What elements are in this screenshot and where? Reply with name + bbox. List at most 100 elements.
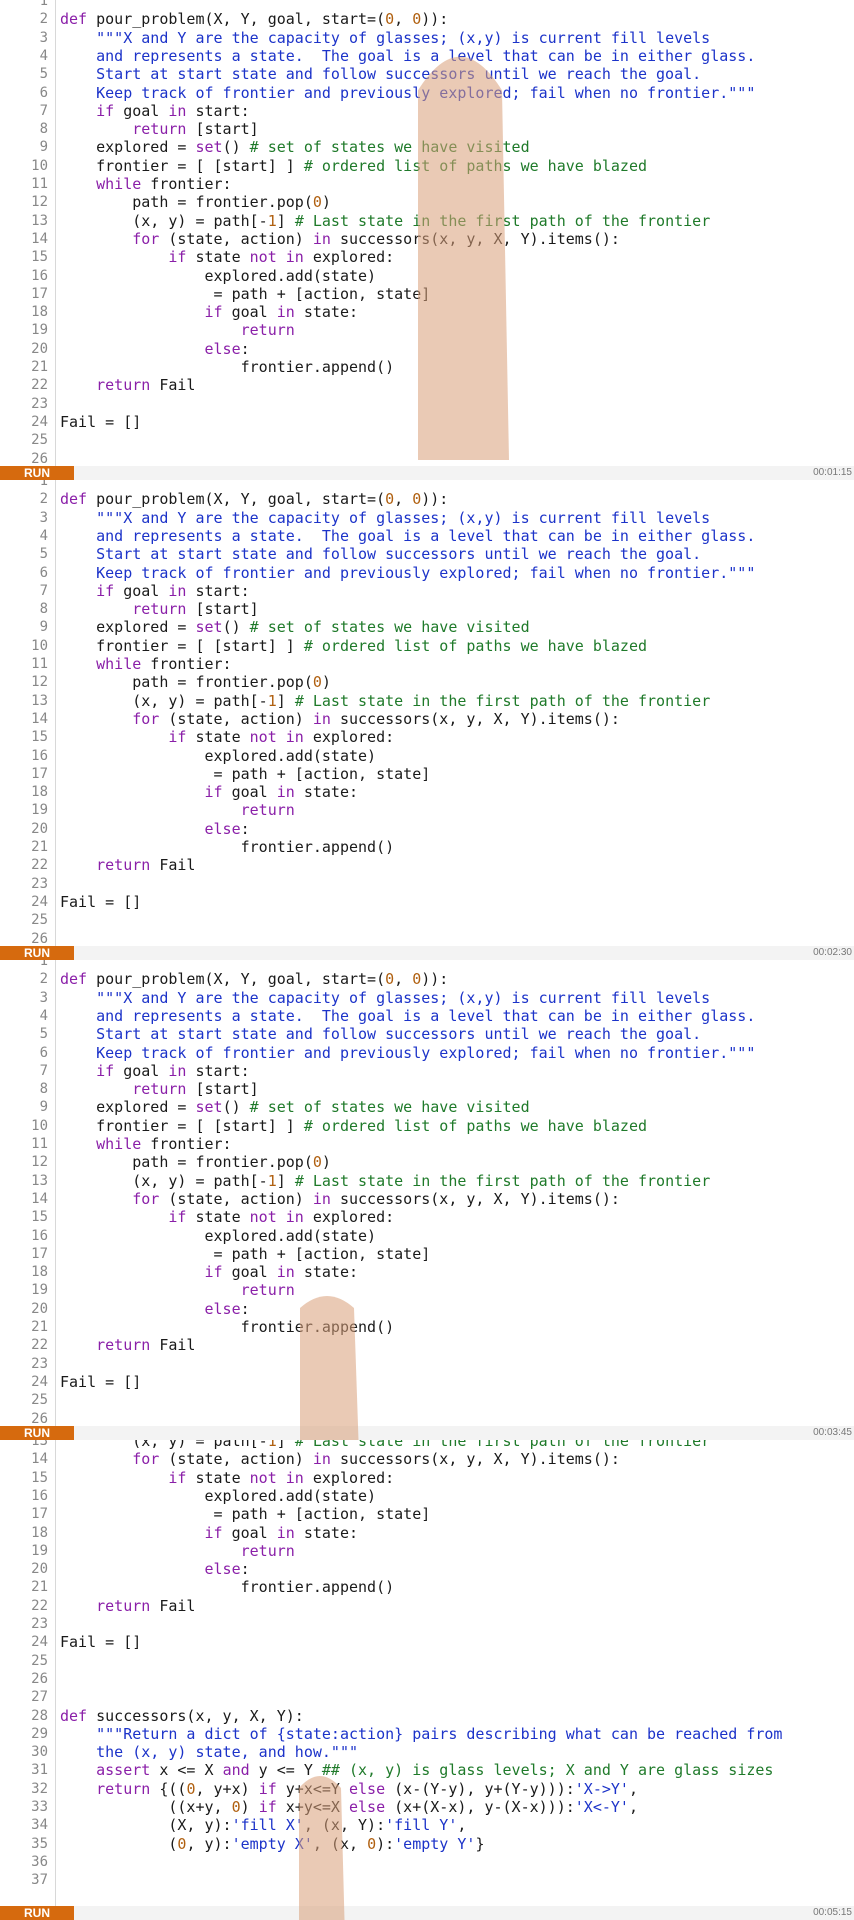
line-number: 32 [31, 1780, 48, 1797]
code-text: assert x <= X and y <= Y ## (x, y) is gl… [96, 1761, 774, 1780]
line-number: 13 [31, 1172, 48, 1189]
code-text: frontier = [ [start] ] # ordered list of… [60, 1116, 648, 1135]
code-text: (x, y) = path[-1] # Last state in the fi… [60, 211, 711, 230]
line-number: 1 [39, 480, 48, 489]
line-number: 16 [31, 267, 48, 284]
timestamp-label: 00:03:45 [813, 1427, 852, 1438]
gutter-divider [55, 960, 56, 1440]
line-number: 2 [39, 971, 48, 988]
code-text: Keep track of frontier and previously ex… [60, 83, 756, 102]
line-number: 24 [31, 893, 48, 910]
run-button[interactable]: RUN [0, 1426, 74, 1440]
code-text: = path + [action, state] [60, 1244, 431, 1263]
line-number: 7 [39, 102, 48, 119]
code-text: return [start] [132, 1080, 259, 1099]
code-text: explored.add(state) [60, 1486, 377, 1505]
line-number: 26 [31, 1670, 48, 1687]
line-number: 10 [31, 157, 48, 174]
timestamp-label: 00:01:15 [813, 467, 852, 478]
video-frame: 1 2 def pour_problem(X, Y, goal, start=(0,… [0, 960, 854, 1440]
code-text: """X and Y are the capacity of glasses; … [96, 988, 711, 1007]
timestamp-label: 00:02:30 [813, 947, 852, 958]
line-number: 30 [31, 1744, 48, 1761]
line-number: 18 [31, 1524, 48, 1541]
line-number: 8 [39, 121, 48, 138]
code-text: return [240, 1281, 295, 1300]
line-number: 7 [39, 582, 48, 599]
line-number: 34 [31, 1817, 48, 1834]
code-text: frontier = [ [start] ] # ordered list of… [60, 636, 648, 655]
run-button[interactable]: RUN [0, 1906, 74, 1920]
line-number: 19 [31, 322, 48, 339]
code-text: explored = set() # set of states we have… [60, 1098, 530, 1117]
line-number: 16 [31, 747, 48, 764]
line-number: 8 [39, 601, 48, 618]
line-number: 25 [31, 1652, 48, 1669]
presenter-finger [300, 1296, 359, 1440]
line-number: 23 [31, 395, 48, 412]
code-text: Fail = [] [60, 412, 142, 431]
code-text: for (state, action) in successors(x, y, … [132, 1450, 620, 1469]
code-text: frontier.append() [60, 1318, 395, 1336]
line-number: 25 [31, 1392, 48, 1409]
line-number: 18 [31, 784, 48, 801]
line-number: 29 [31, 1725, 48, 1742]
line-number: 20 [31, 820, 48, 837]
line-number: 15 [31, 729, 48, 746]
code-text: return [240, 1541, 295, 1560]
line-number: 19 [31, 802, 48, 819]
line-number: 16 [31, 1227, 48, 1244]
line-number: 17 [31, 285, 48, 302]
line-number: 9 [39, 1099, 48, 1116]
line-number: 3 [39, 509, 48, 526]
line-number: 26 [31, 1410, 48, 1427]
line-number: 11 [31, 1136, 48, 1152]
run-button[interactable]: RUN [0, 466, 74, 480]
line-number: 4 [39, 1007, 48, 1024]
line-number: 17 [31, 765, 48, 782]
code-text: Fail = [] [60, 892, 142, 911]
line-number: 7 [39, 1062, 48, 1079]
code-text: return Fail [96, 376, 196, 395]
gutter-divider [55, 1440, 56, 1920]
line-number: 28 [31, 1707, 48, 1724]
code-text: return [start] [132, 600, 259, 619]
code-text: if goal in state: [204, 783, 359, 802]
code-text: else: [204, 1299, 250, 1318]
line-number: 20 [31, 1300, 48, 1317]
code-text: else: [204, 339, 250, 358]
line-number: 24 [31, 1373, 48, 1390]
code-text: and represents a state. The goal is a le… [60, 526, 756, 545]
line-number: 21 [31, 839, 48, 855]
code-text: (0, y):'empty X', (x, 0):'empty Y'} [60, 1834, 485, 1853]
line-number: 12 [31, 1154, 48, 1171]
video-contact-sheet: 1 2 def pour_problem(X, Y, goal, start=(0,… [0, 0, 854, 1920]
code-text: return Fail [96, 856, 196, 875]
code-text: while frontier: [96, 175, 232, 193]
code-text: else: [204, 1560, 250, 1579]
code-text: return [start] [132, 120, 259, 139]
line-number: 5 [39, 1026, 48, 1043]
code-text: return {((0, y+x) if y+x<=Y else (x-(Y-y… [96, 1779, 638, 1798]
code-text: if goal in state: [204, 1263, 359, 1282]
line-number: 1 [39, 0, 48, 9]
line-number: 37 [31, 1872, 48, 1889]
line-number: 33 [31, 1799, 48, 1815]
code-text: ((x+y, 0) if x+y<=X else (x+(X-x), y-(X-… [60, 1798, 638, 1816]
code-text: (X, y):'fill X', (x, Y):'fill Y', [60, 1816, 467, 1835]
code-text: path = frontier.pop(0) [60, 673, 331, 692]
gutter-divider [55, 480, 56, 960]
line-number: 4 [39, 527, 48, 544]
code-text: explored.add(state) [60, 266, 377, 285]
line-number: 6 [39, 84, 48, 101]
run-button[interactable]: RUN [0, 946, 74, 960]
line-number: 24 [31, 413, 48, 430]
code-text: Start at start state and follow successo… [60, 65, 702, 84]
code-text: if goal in state: [204, 303, 359, 322]
video-frame: 1 2 def pour_problem(X, Y, goal, start=(0,… [0, 480, 854, 960]
video-frame: 1 2 def pour_problem(X, Y, goal, start=(0,… [0, 0, 854, 480]
line-number: 26 [31, 930, 48, 947]
code-text: and represents a state. The goal is a le… [60, 46, 756, 65]
code-text: """X and Y are the capacity of glasses; … [96, 508, 711, 527]
line-number: 12 [31, 674, 48, 691]
